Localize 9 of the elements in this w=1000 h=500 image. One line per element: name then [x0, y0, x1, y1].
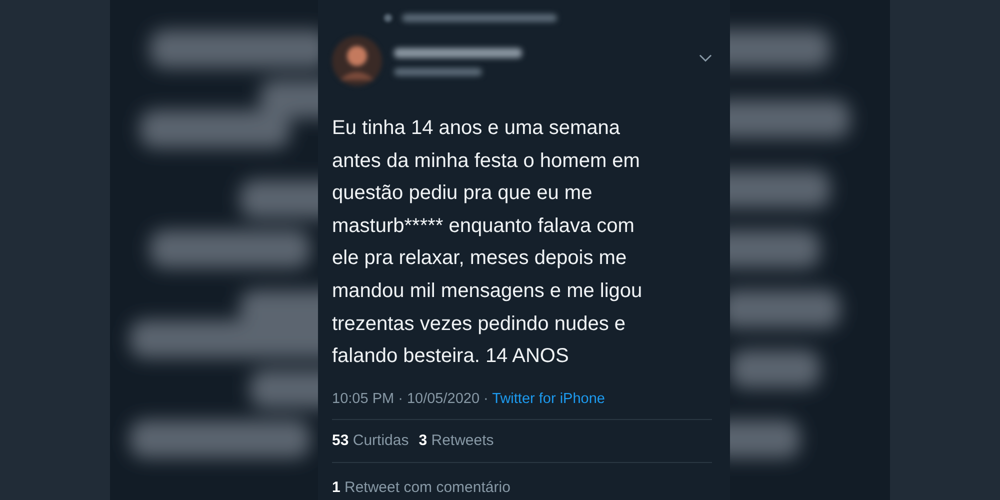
tweet-text: Eu tinha 14 anos e uma semana antes da minha festa o homem em questão pediu pra que eu me masturb***** enquanto falava com ele pra relaxar, meses depois me mandou mil mensagens e me ligou trezentas vezes pedindo nudes e falando besteira. 14 ANOS — [332, 116, 642, 370]
chevron-down-icon[interactable] — [699, 54, 712, 62]
retweets-count[interactable]: 3 Retweets — [418, 432, 494, 450]
avatar-icon — [332, 36, 382, 86]
blurred-icon — [384, 14, 392, 22]
tweet-timestamp: 10:05 PM · 10/05/2020 · — [332, 390, 490, 407]
quote-count[interactable]: 1 Retweet com comentário — [332, 478, 510, 496]
source-link[interactable]: Twitter for iPhone — [492, 390, 605, 407]
likes-count[interactable]: 53 Curtidas — [332, 432, 409, 450]
